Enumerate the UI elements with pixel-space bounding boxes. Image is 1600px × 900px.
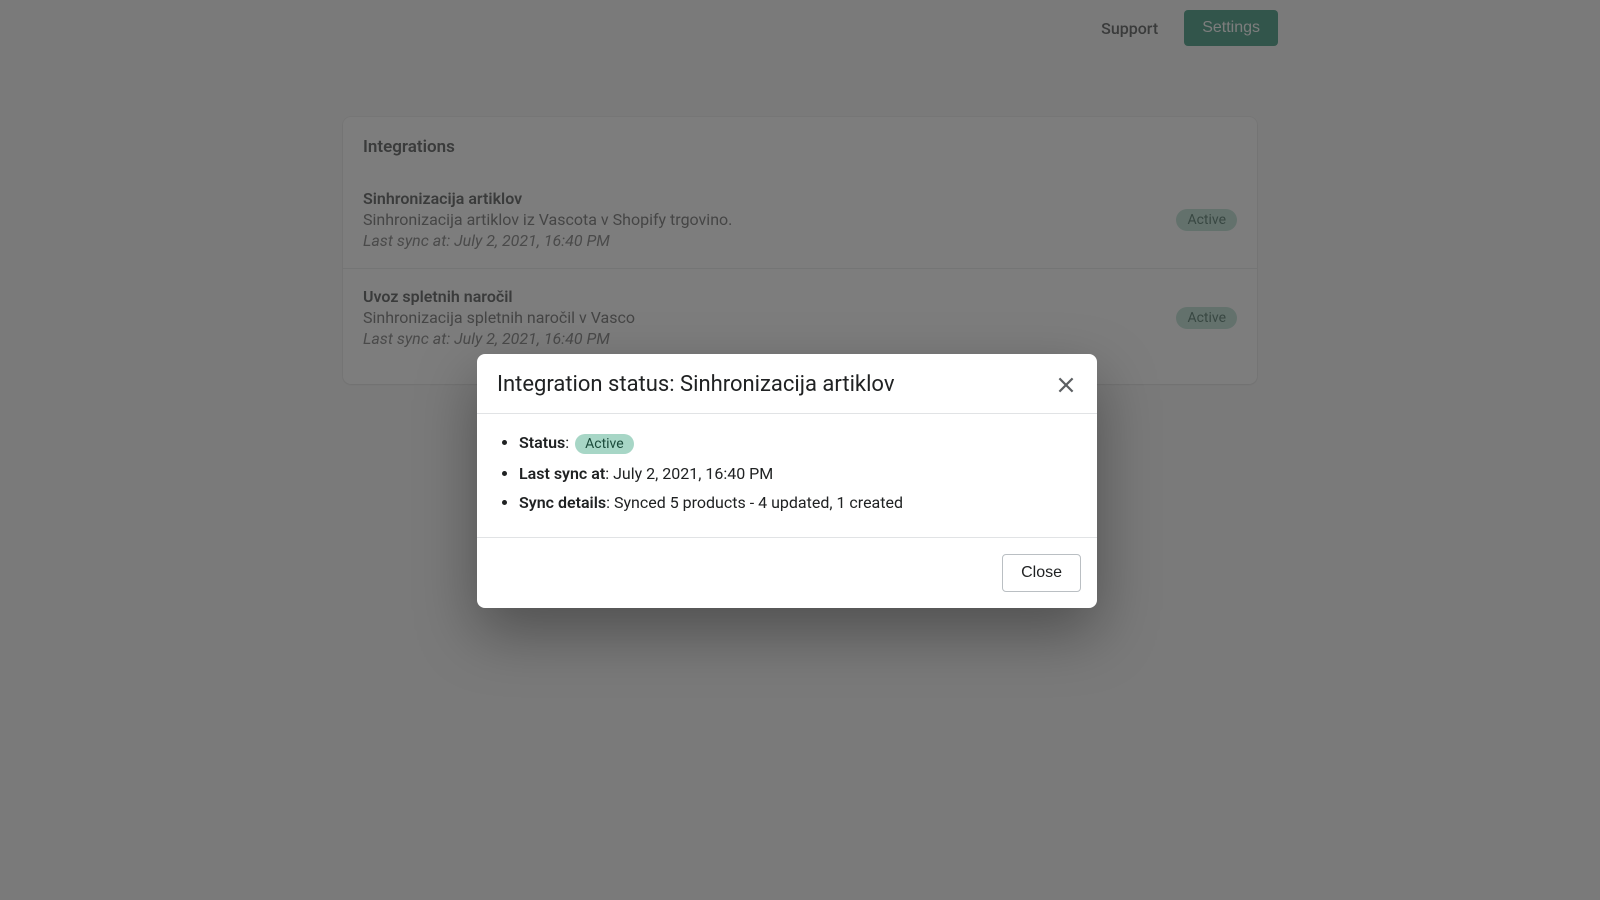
modal-status-row: Status: Active — [519, 428, 1075, 459]
integration-status-modal: Integration status: Sinhronizacija artik… — [477, 354, 1097, 608]
modal-last-sync-value: July 2, 2021, 16:40 PM — [613, 464, 773, 483]
modal-header: Integration status: Sinhronizacija artik… — [477, 354, 1097, 414]
modal-overlay[interactable]: Integration status: Sinhronizacija artik… — [0, 0, 1600, 900]
modal-footer: Close — [477, 538, 1097, 608]
modal-sync-details-label: Sync details — [519, 493, 606, 512]
modal-sync-details-value: Synced 5 products - 4 updated, 1 created — [614, 493, 903, 512]
modal-sync-details-row: Sync details: Synced 5 products - 4 upda… — [519, 488, 1075, 517]
modal-status-badge: Active — [575, 434, 634, 454]
modal-last-sync-row: Last sync at: July 2, 2021, 16:40 PM — [519, 459, 1075, 488]
close-icon[interactable] — [1055, 374, 1077, 396]
modal-last-sync-label: Last sync at — [519, 464, 605, 483]
modal-status-label: Status — [519, 433, 565, 452]
close-button[interactable]: Close — [1002, 554, 1081, 592]
modal-title: Integration status: Sinhronizacija artik… — [497, 372, 894, 397]
modal-body: Status: Active Last sync at: July 2, 202… — [477, 414, 1097, 538]
